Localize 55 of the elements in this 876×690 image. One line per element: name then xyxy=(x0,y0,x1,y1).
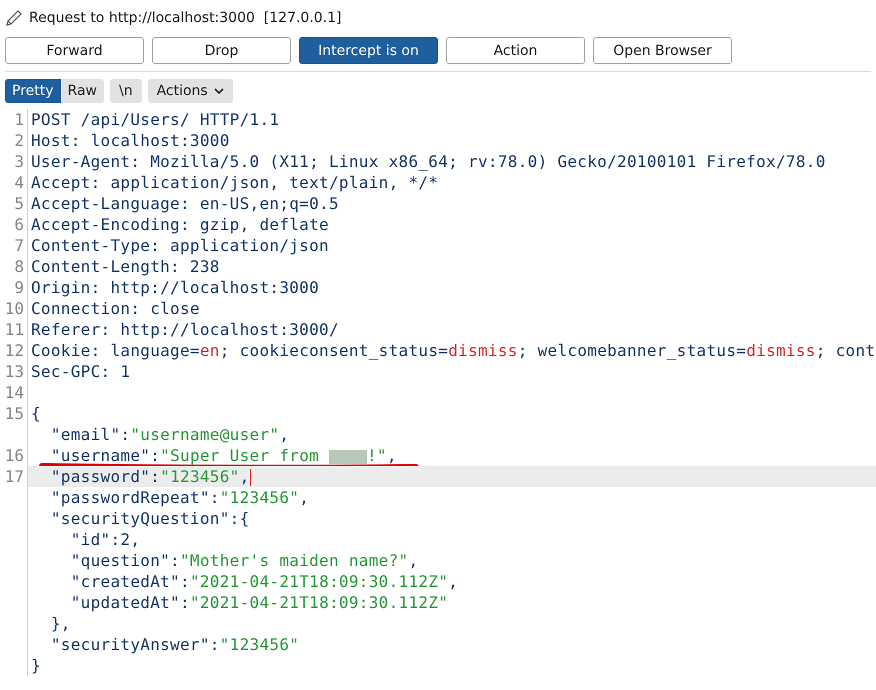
intercept-toggle[interactable]: Intercept is on xyxy=(299,37,438,64)
code-line: } xyxy=(31,656,41,675)
code-line: POST /api/Users/ HTTP/1.1 xyxy=(31,110,280,129)
code-line: Cookie: language=en; cookieconsent_status=dismiss; welcomebanner_status=dismiss; cont xyxy=(31,341,876,360)
code-line: Referer: http://localhost:3000/ xyxy=(31,320,339,339)
view-tab[interactable]: Raw xyxy=(60,79,104,103)
line-number: 12 xyxy=(4,341,24,360)
action-button[interactable]: Drop xyxy=(152,37,291,64)
code-line: User-Agent: Mozilla/5.0 (X11; Linux x86_64; rv:78.0) Gecko/20100101 Firefox/78.0 xyxy=(31,152,826,171)
code-line: "updatedAt":"2021-04-21T18:09:30.112Z" xyxy=(70,593,448,612)
line-number: 17 xyxy=(4,467,24,486)
code-line: "passwordRepeat":"123456", xyxy=(50,488,310,507)
line-number: 3 xyxy=(14,152,24,171)
action-button[interactable]: Action xyxy=(446,37,585,64)
line-number: 14 xyxy=(4,383,24,402)
newline-toggle[interactable]: \n xyxy=(110,79,142,103)
code-line: "id":2, xyxy=(70,530,140,549)
view-tab[interactable]: Pretty xyxy=(5,79,61,103)
code-line: Accept-Encoding: gzip, deflate xyxy=(31,215,329,234)
action-button[interactable]: Forward xyxy=(5,37,144,64)
code-line: Accept-Language: en-US,en;q=0.5 xyxy=(31,194,339,213)
code-line: "username":"Super User from !", xyxy=(50,446,397,465)
code-line: Sec-GPC: 1 xyxy=(31,362,130,381)
line-number: 8 xyxy=(14,257,24,276)
line-number: 13 xyxy=(4,362,24,381)
code-line: { xyxy=(31,404,41,423)
line-number: 15 xyxy=(4,404,24,423)
pencil-icon xyxy=(5,9,23,27)
code-line: Connection: close xyxy=(31,299,200,318)
code-line: Host: localhost:3000 xyxy=(31,131,230,150)
code-line: "password":"123456", xyxy=(50,467,251,486)
chevron-icon xyxy=(214,88,224,94)
line-number: 16 xyxy=(4,446,24,465)
code-line: }, xyxy=(50,614,71,633)
line-number: 10 xyxy=(4,299,24,318)
request-title: Request to http://localhost:3000 [127.0.0.1] xyxy=(29,10,342,26)
code-line: "securityAnswer":"123456" xyxy=(50,635,300,654)
actions-menu-button[interactable]: Actions xyxy=(148,79,233,103)
line-number: 6 xyxy=(14,215,24,234)
line-number: 2 xyxy=(14,131,24,150)
code-line: "createdAt":"2021-04-21T18:09:30.112Z", xyxy=(70,572,458,591)
line-number: 11 xyxy=(4,320,24,339)
line-number: 7 xyxy=(14,236,24,255)
action-button[interactable]: Open Browser xyxy=(593,37,732,64)
code-line: Content-Length: 238 xyxy=(31,257,220,276)
line-number: 4 xyxy=(14,173,24,192)
code-line: "securityQuestion":{ xyxy=(50,509,250,528)
line-number: 5 xyxy=(14,194,24,213)
code-line: Accept: application/json, text/plain, */* xyxy=(31,173,438,192)
code-line: "question":"Mother's maiden name?", xyxy=(70,551,418,570)
line-number: 9 xyxy=(14,278,24,297)
code-line: "email":"username@user", xyxy=(50,425,290,444)
line-number: 1 xyxy=(14,110,24,129)
code-line: Content-Type: application/json xyxy=(31,236,329,255)
code-line: Origin: http://localhost:3000 xyxy=(31,278,320,297)
